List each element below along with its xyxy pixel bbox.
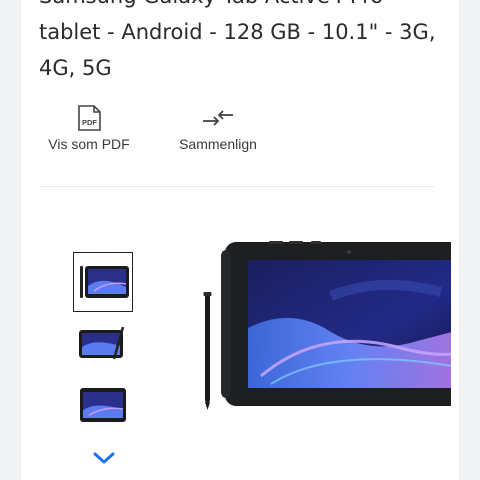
product-title-line-2: tablet - Android - 128 GB - 10.1" - 3G,	[39, 20, 436, 44]
compare-button[interactable]: Sammenlign	[173, 104, 263, 152]
product-title-line-1: Samsung Galaxy Tab Active4 Pro	[39, 0, 449, 14]
gallery-thumbnail-1[interactable]	[73, 252, 133, 312]
gallery-thumbnail-3[interactable]	[73, 376, 133, 436]
compare-arrows-icon	[173, 104, 263, 132]
tablet-angled-image	[79, 326, 125, 360]
tablet-side-image	[80, 388, 126, 422]
section-divider	[39, 186, 434, 187]
view-as-pdf-button[interactable]: PDF Vis som PDF	[43, 104, 135, 152]
gallery-thumbnail-2[interactable]	[73, 315, 133, 375]
product-card: Samsung Galaxy Tab Active4 Pro tablet - …	[21, 0, 459, 480]
product-title-line-3: 4G, 5G	[39, 56, 112, 80]
product-title: Samsung Galaxy Tab Active4 Pro tablet - …	[39, 0, 449, 86]
product-main-image	[203, 241, 451, 410]
more-thumbnails-chevron-down-icon[interactable]	[91, 448, 117, 468]
compare-label: Sammenlign	[179, 136, 257, 152]
tablet-front-image	[80, 266, 129, 298]
svg-text:PDF: PDF	[82, 118, 97, 127]
view-as-pdf-label: Vis som PDF	[48, 136, 130, 152]
pdf-icon: PDF	[43, 104, 135, 132]
s-pen-stylus	[203, 292, 212, 410]
